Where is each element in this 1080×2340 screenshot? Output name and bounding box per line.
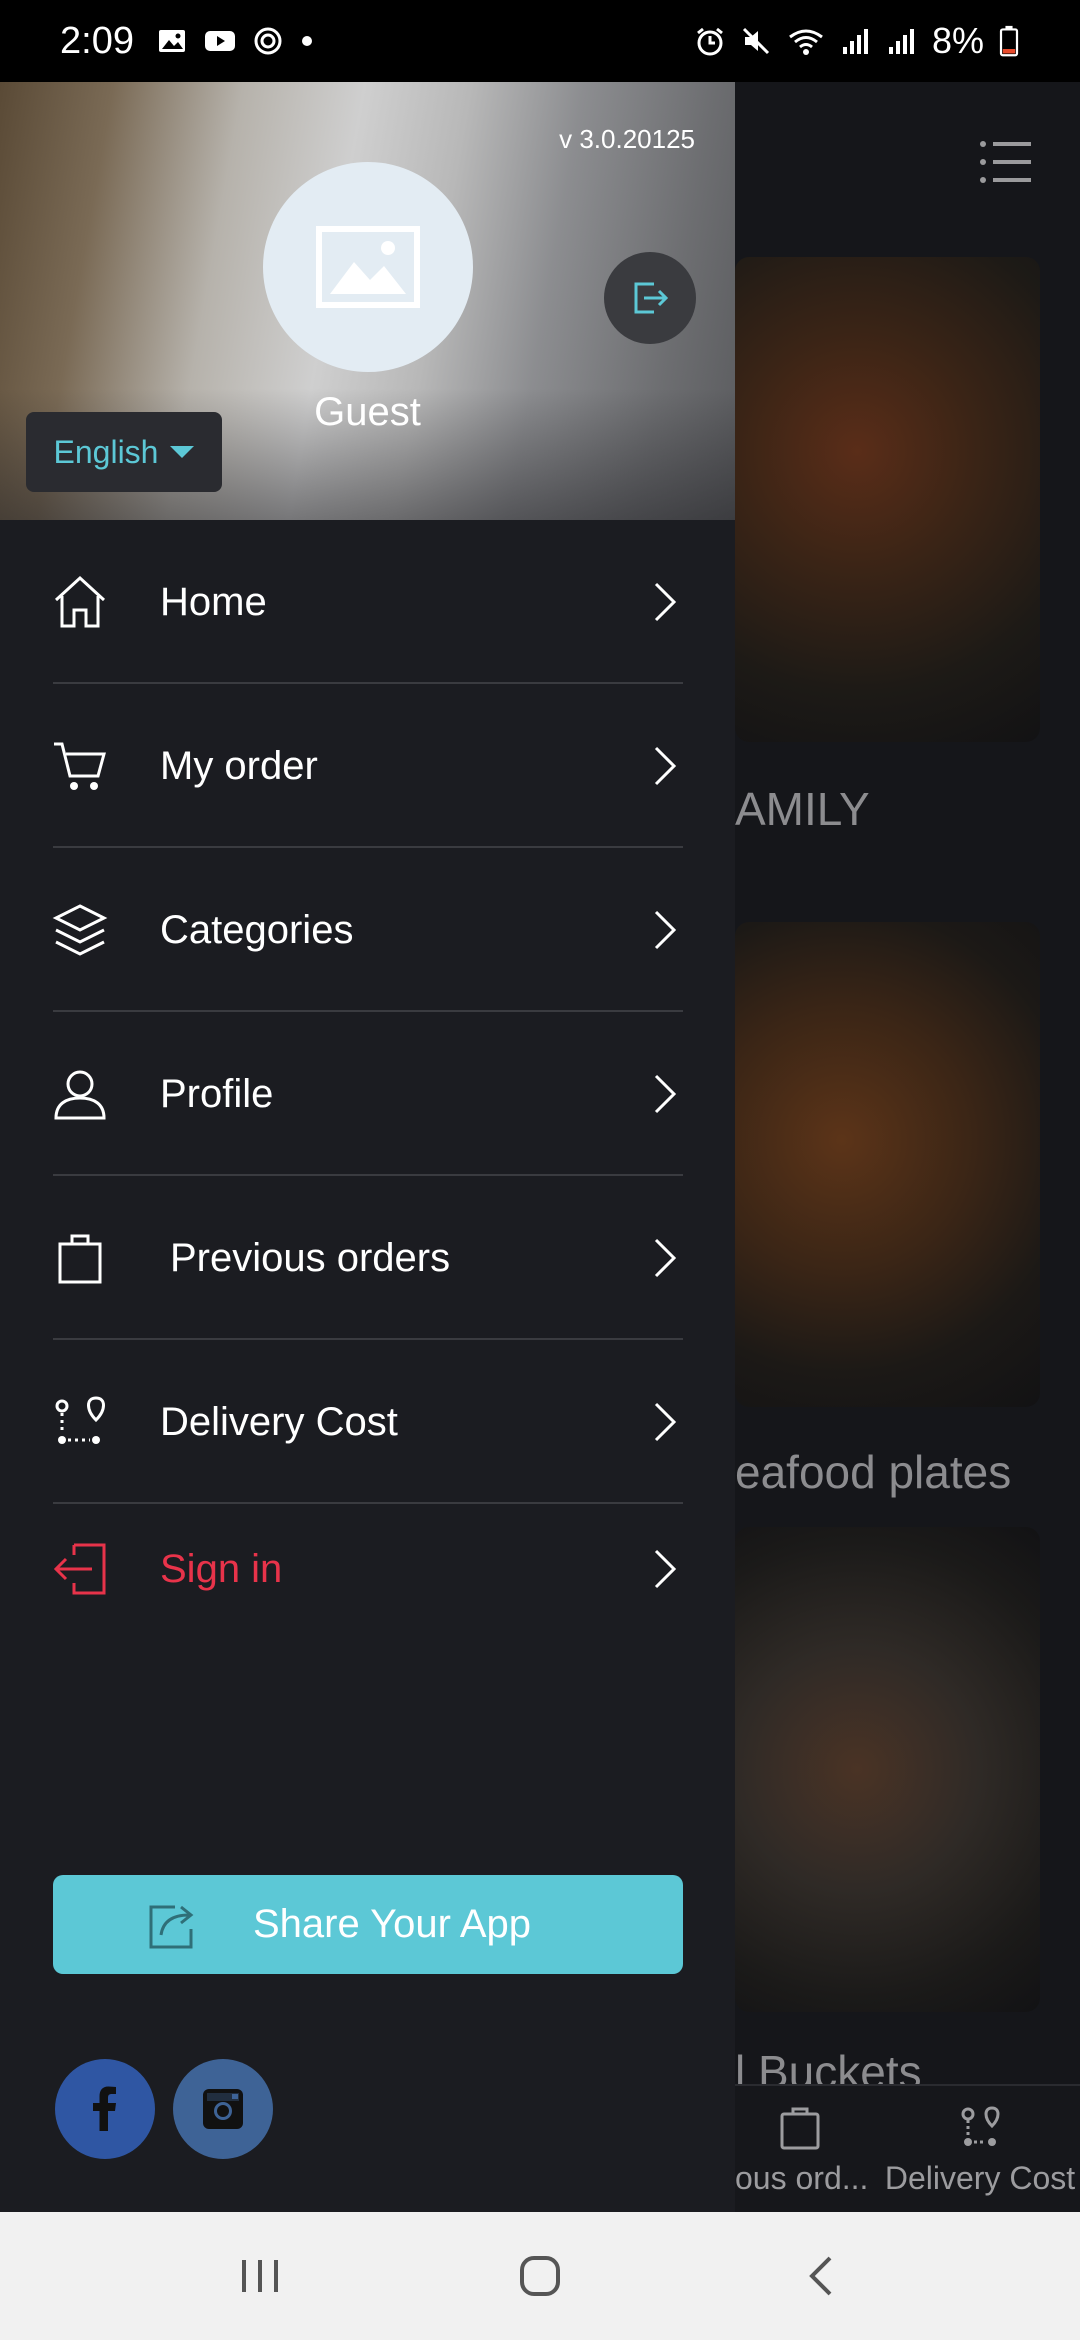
menu-item-categories[interactable]: Categories bbox=[0, 848, 735, 1012]
chevron-right-icon bbox=[652, 580, 678, 624]
category-card-image[interactable] bbox=[735, 1527, 1040, 2012]
bag-icon bbox=[778, 2104, 822, 2152]
chevron-right-icon bbox=[652, 1072, 678, 1116]
instagram-button[interactable] bbox=[173, 2059, 273, 2159]
menu-item-previous-orders[interactable]: Previous orders bbox=[0, 1176, 735, 1340]
language-selector[interactable]: English bbox=[26, 412, 222, 492]
menu-item-home[interactable]: Home bbox=[0, 520, 735, 684]
chevron-right-icon bbox=[652, 1236, 678, 1280]
tab-previous-orders[interactable]: ous ord... bbox=[735, 2104, 869, 2197]
share-app-label: Share Your App bbox=[253, 1902, 532, 1946]
facebook-icon bbox=[93, 2086, 116, 2131]
tab-label: Delivery Cost bbox=[884, 2160, 1076, 2196]
chevron-right-icon bbox=[652, 1400, 678, 1444]
image-icon bbox=[156, 25, 188, 57]
share-icon bbox=[145, 1899, 201, 1951]
home-circle-icon bbox=[520, 2256, 560, 2296]
battery-icon bbox=[998, 25, 1020, 57]
youtube-icon bbox=[204, 25, 236, 57]
battery-percent: 8% bbox=[931, 20, 984, 61]
user-icon bbox=[52, 1066, 108, 1122]
bottom-tab-bar: ous ord... Delivery Cost bbox=[735, 2084, 1080, 2212]
menu-item-sign-in[interactable]: Sign in bbox=[0, 1504, 735, 1634]
recents-icon bbox=[242, 2260, 278, 2292]
menu-item-profile[interactable]: Profile bbox=[0, 1012, 735, 1176]
category-label: eafood plates bbox=[735, 1446, 1012, 1498]
mute-icon bbox=[740, 25, 772, 57]
alarm-icon bbox=[694, 25, 726, 57]
signal-icon bbox=[840, 25, 872, 57]
tab-delivery-cost[interactable]: Delivery Cost bbox=[880, 2104, 1080, 2197]
route-icon bbox=[958, 2104, 1002, 2152]
logout-button[interactable] bbox=[604, 252, 696, 344]
logout-icon bbox=[634, 282, 669, 314]
menu-item-label: Profile bbox=[160, 1071, 274, 1116]
facebook-button[interactable] bbox=[55, 2059, 155, 2159]
menu-item-label: My order bbox=[160, 743, 318, 788]
category-card-image[interactable] bbox=[735, 922, 1040, 1407]
language-label: English bbox=[53, 433, 159, 470]
menu-item-delivery-cost[interactable]: Delivery Cost bbox=[0, 1340, 735, 1504]
menu-item-label: Previous orders bbox=[170, 1235, 451, 1280]
bag-icon bbox=[52, 1230, 108, 1286]
image-placeholder-icon bbox=[316, 226, 420, 308]
menu-item-label: Delivery Cost bbox=[160, 1399, 398, 1444]
layers-icon bbox=[52, 902, 108, 958]
navigation-drawer: v 3.0.20125 Guest English Home My order … bbox=[0, 82, 735, 2212]
instagram-icon bbox=[203, 2089, 243, 2129]
app-version: v 3.0.20125 bbox=[559, 124, 695, 154]
category-label: AMILY bbox=[735, 783, 870, 835]
wifi-icon bbox=[786, 25, 826, 57]
menu-item-label: Categories bbox=[160, 907, 354, 952]
tab-label: ous ord... bbox=[735, 2160, 869, 2196]
dot-icon bbox=[300, 25, 314, 57]
drawer-header: v 3.0.20125 Guest English bbox=[0, 82, 735, 520]
status-bar: 2:09 8% bbox=[0, 0, 1080, 82]
chevron-right-icon bbox=[652, 1547, 678, 1591]
list-menu-icon[interactable] bbox=[975, 132, 1035, 192]
chevron-right-icon bbox=[652, 908, 678, 952]
back-icon bbox=[809, 2256, 832, 2296]
status-time: 2:09 bbox=[60, 19, 134, 62]
menu-item-label: Sign in bbox=[160, 1546, 283, 1591]
menu-item-my-order[interactable]: My order bbox=[0, 684, 735, 848]
drawer-menu: Home My order Categories Profile Previou… bbox=[0, 520, 735, 1634]
system-nav-bar bbox=[0, 2212, 1080, 2340]
signal-icon bbox=[886, 25, 918, 57]
category-card-image[interactable] bbox=[735, 257, 1040, 742]
sign-in-icon bbox=[52, 1541, 108, 1597]
avatar[interactable] bbox=[263, 162, 473, 372]
chevron-right-icon bbox=[652, 744, 678, 788]
recents-button[interactable] bbox=[230, 2246, 290, 2306]
home-button[interactable] bbox=[510, 2246, 570, 2306]
cart-icon bbox=[52, 738, 108, 794]
caret-down-icon bbox=[170, 446, 195, 458]
route-icon bbox=[52, 1394, 108, 1450]
back-button[interactable] bbox=[792, 2246, 852, 2306]
sync-icon bbox=[252, 25, 284, 57]
share-app-button[interactable]: Share Your App bbox=[53, 1875, 683, 1974]
home-icon bbox=[52, 574, 108, 630]
menu-item-label: Home bbox=[160, 579, 267, 624]
